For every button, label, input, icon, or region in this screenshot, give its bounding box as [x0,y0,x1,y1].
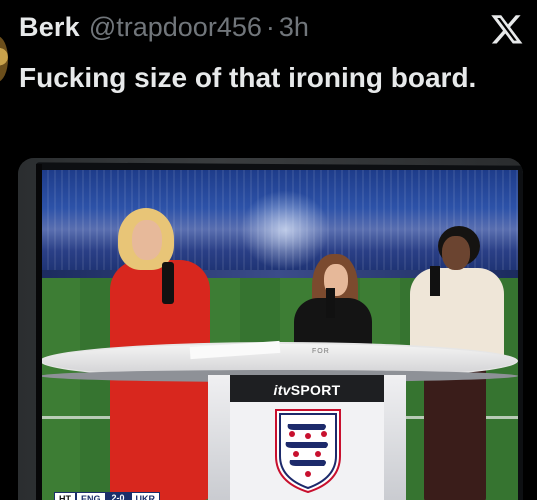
tweet-text: Fucking size of that ironing board. [19,62,477,93]
presenter-1-face [132,220,162,260]
itv-sport-logo: itvSPORT [230,382,384,398]
avatar[interactable] [0,36,8,82]
tv-bezel-edge [36,164,42,500]
tweet-photo[interactable]: FOR itvSPORT HT ENG 2-0 UKR [18,158,523,500]
three-lions-crest-icon [275,409,341,494]
scorebug: HT ENG 2-0 UKR [54,492,161,500]
match-score: 2-0 [105,492,131,500]
presenter-3-face [442,236,470,270]
home-team: ENG [76,492,106,500]
presenter-3-legs [424,366,486,500]
microphone-icon [162,262,174,304]
author-handle[interactable]: @trapdoor456 [89,12,262,43]
x-logo-icon[interactable] [490,12,524,46]
microphone-icon [326,288,335,318]
separator-dot: · [265,12,275,42]
desk-small-text: FOR [312,348,330,355]
itv-logo-text: itv [273,382,291,398]
tweet-header: Berk @trapdoor456 · 3h [19,12,309,48]
sport-logo-text: SPORT [290,382,341,398]
tv-screen: FOR itvSPORT HT ENG 2-0 UKR [40,170,518,500]
away-team: UKR [130,492,161,500]
stadium-light [240,190,330,270]
author-name[interactable]: Berk [19,12,80,43]
score-period: HT [54,492,76,500]
timestamp[interactable]: 3h [279,12,309,43]
microphone-icon [430,266,440,296]
